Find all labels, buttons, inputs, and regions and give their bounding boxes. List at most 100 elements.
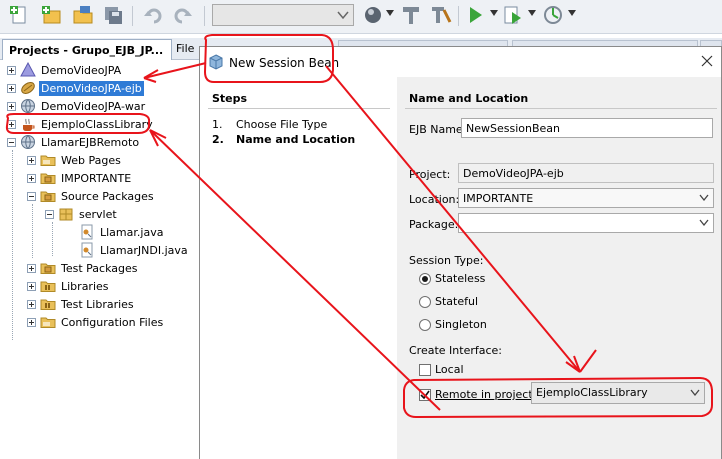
location-select[interactable]: IMPORTANTE xyxy=(458,188,714,208)
build-icon[interactable] xyxy=(400,4,422,26)
local-checkbox[interactable]: Local xyxy=(419,363,464,376)
tree-item[interactable]: Source Packages xyxy=(27,187,156,205)
expand-toggle[interactable] xyxy=(7,65,16,75)
remote-project-value: EjemploClassLibrary xyxy=(536,386,648,399)
open-project-icon[interactable] xyxy=(72,4,94,26)
project-label: Project: xyxy=(409,168,451,181)
package-combo[interactable] xyxy=(458,213,714,233)
globe-icon[interactable] xyxy=(362,4,384,26)
expand-toggle[interactable] xyxy=(27,281,36,291)
radio-label: Stateless xyxy=(435,272,486,285)
chevron-down-icon[interactable] xyxy=(568,10,576,16)
tree-item[interactable]: Llamar.java xyxy=(66,223,165,241)
expand-toggle[interactable] xyxy=(27,317,36,327)
remote-label: Remote in project: xyxy=(435,388,537,401)
step-name-and-location: 2. Name and Location xyxy=(212,133,355,146)
tree-item-label: Llamar.java xyxy=(100,225,164,239)
expand-toggle[interactable] xyxy=(27,155,36,165)
folder-icon xyxy=(40,155,56,166)
session-type-label: Session Type: xyxy=(409,254,484,267)
tree-item-label: LlamarJNDI.java xyxy=(100,243,188,257)
radio-dot xyxy=(419,318,431,331)
configuration-combo[interactable] xyxy=(212,4,354,26)
tree-item[interactable]: servlet xyxy=(45,205,119,223)
radio-stateful[interactable]: Stateful xyxy=(419,295,478,308)
remote-checkbox[interactable]: Remote in project: xyxy=(419,388,536,401)
remote-project-select[interactable]: EjemploClassLibrary xyxy=(531,382,705,404)
chevron-down-icon xyxy=(690,389,700,396)
package-icon xyxy=(59,208,73,221)
tree-item-label: DemoVideoJPA-ejb xyxy=(39,80,144,96)
class-library-icon xyxy=(23,118,35,132)
tab-files[interactable]: File xyxy=(176,42,194,55)
tree-item-label: DemoVideoJPA xyxy=(41,63,122,77)
tree-item-label: Libraries xyxy=(61,279,109,293)
run-icon[interactable] xyxy=(464,4,486,26)
location-value: IMPORTANTE xyxy=(463,192,534,205)
tree-item[interactable]: Libraries xyxy=(27,277,111,295)
new-file-icon[interactable] xyxy=(8,4,30,26)
expand-toggle[interactable] xyxy=(7,83,16,93)
web-app-icon xyxy=(21,135,35,149)
chevron-down-icon[interactable] xyxy=(386,10,394,16)
ejb-module-icon xyxy=(21,82,35,94)
clean-build-icon[interactable] xyxy=(430,4,452,26)
chevron-down-icon[interactable] xyxy=(490,10,498,16)
tree-item[interactable]: DemoVideoJPA-war xyxy=(7,97,147,115)
expand-toggle[interactable] xyxy=(7,101,16,111)
create-interface-label: Create Interface: xyxy=(409,344,503,357)
radio-singleton[interactable]: Singleton xyxy=(419,318,487,331)
tree-guide-line xyxy=(52,222,53,256)
tree-item[interactable]: DemoVideoJPA xyxy=(7,61,123,79)
tree-item[interactable]: LlamarEJBRemoto xyxy=(7,133,141,151)
local-label: Local xyxy=(435,363,464,376)
steps-heading: Steps xyxy=(212,92,248,105)
tab-projects[interactable]: Projects - Grupo_EJB_JP... xyxy=(2,39,172,60)
undo-icon[interactable] xyxy=(142,4,164,26)
close-icon[interactable] xyxy=(699,53,715,69)
library-folder-icon xyxy=(40,299,56,310)
tree-item[interactable]: DemoVideoJPA-ejb xyxy=(7,79,144,97)
step-number: 1. xyxy=(212,118,223,131)
package-label: Package: xyxy=(409,218,459,231)
tree-item[interactable]: EjemploClassLibrary xyxy=(7,115,155,133)
checkbox-box xyxy=(419,363,431,376)
project-field: DemoVideoJPA-ejb xyxy=(458,163,714,183)
dialog-title-bar: New Session Bean xyxy=(200,47,721,77)
project-tree: DemoVideoJPA DemoVideoJPA-ejb DemoVideoJPA… xyxy=(0,60,196,459)
step-choose-file-type: 1. Choose File Type xyxy=(212,118,327,131)
divider xyxy=(405,108,717,109)
ejb-name-input[interactable]: NewSessionBean xyxy=(461,118,713,138)
library-folder-icon xyxy=(40,281,56,292)
package-folder-icon xyxy=(40,173,56,184)
new-project-icon[interactable] xyxy=(40,4,62,26)
radio-stateless[interactable]: Stateless xyxy=(419,272,485,285)
ejb-name-value: NewSessionBean xyxy=(466,122,560,135)
tree-item-label: IMPORTANTE xyxy=(61,171,132,185)
tree-item[interactable]: Test Libraries xyxy=(27,295,136,313)
expand-toggle[interactable] xyxy=(27,263,36,273)
tree-item[interactable]: Test Packages xyxy=(27,259,139,277)
radio-label: Singleton xyxy=(435,318,487,331)
tree-item[interactable]: Web Pages xyxy=(27,151,123,169)
tree-item[interactable]: Configuration Files xyxy=(27,313,165,331)
java-file-icon xyxy=(81,242,93,258)
ejb-name-label: EJB Name: xyxy=(409,123,467,136)
tree-item[interactable]: LlamarJNDI.java xyxy=(66,241,190,259)
tab-files-label: File xyxy=(176,42,195,55)
tree-item-label: Configuration Files xyxy=(61,315,164,329)
redo-icon[interactable] xyxy=(172,4,194,26)
profile-icon[interactable] xyxy=(542,4,564,26)
debug-icon[interactable] xyxy=(502,4,524,26)
collapse-toggle[interactable] xyxy=(27,191,36,201)
expand-toggle[interactable] xyxy=(7,119,16,129)
collapse-toggle[interactable] xyxy=(7,137,16,147)
chevron-down-icon[interactable] xyxy=(528,10,536,16)
tree-item[interactable]: IMPORTANTE xyxy=(27,169,133,187)
dialog-title: New Session Bean xyxy=(229,56,340,70)
expand-toggle[interactable] xyxy=(27,173,36,183)
expand-toggle[interactable] xyxy=(27,299,36,309)
collapse-toggle[interactable] xyxy=(45,209,54,219)
save-all-icon[interactable] xyxy=(102,4,124,26)
chevron-down-icon xyxy=(699,219,709,226)
